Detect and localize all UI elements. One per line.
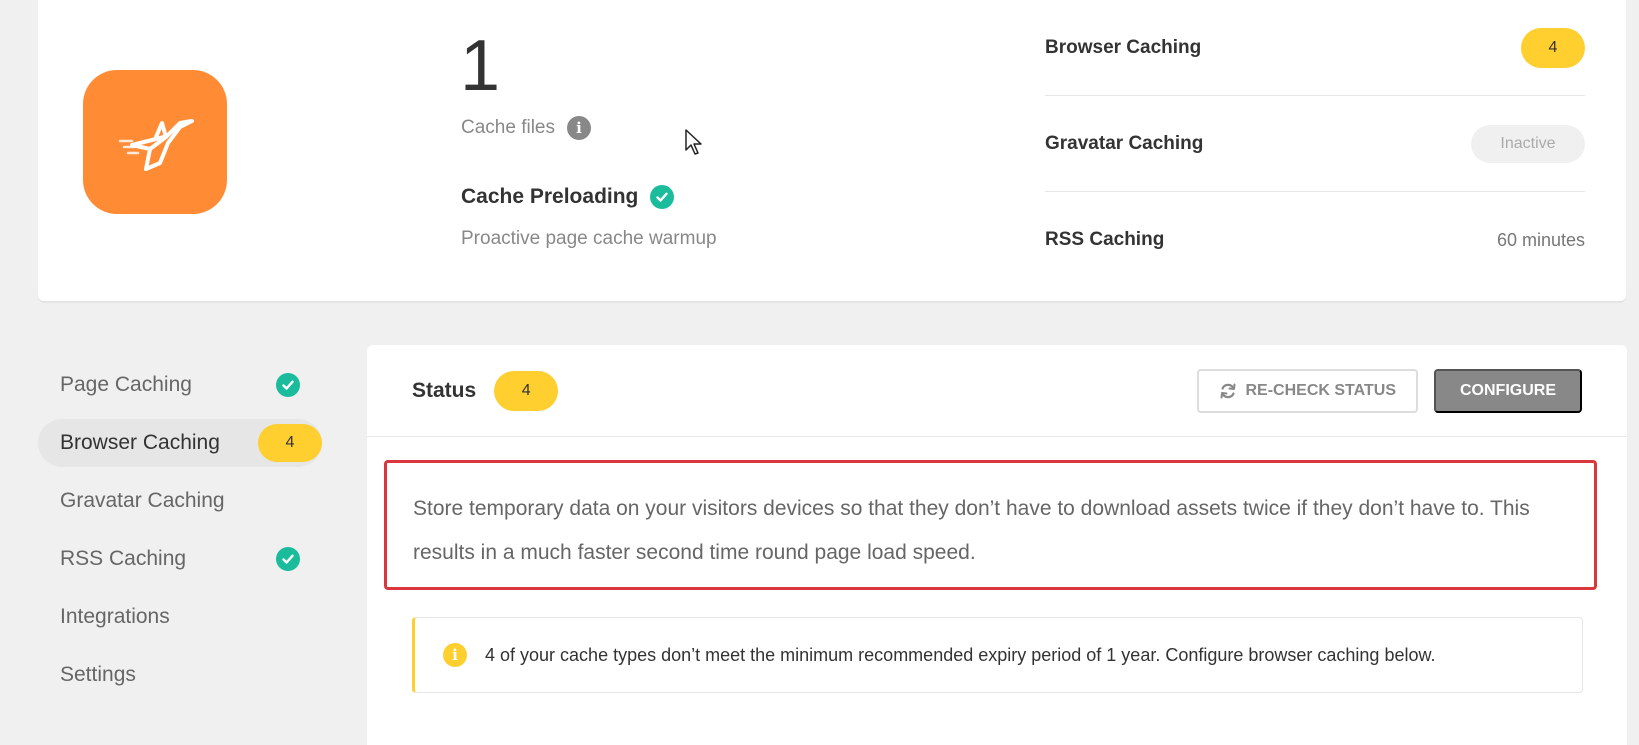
inactive-badge: Inactive: [1471, 124, 1585, 163]
stat-label: Browser Caching: [1045, 36, 1202, 58]
info-icon: i: [443, 643, 467, 667]
stat-label: RSS Caching: [1045, 229, 1165, 250]
sidebar-item-label: Page Caching: [60, 373, 192, 396]
sidebar-item-label: Integrations: [60, 605, 170, 628]
sidebar-item-label: Settings: [60, 663, 136, 686]
sidebar-item-gravatar-caching[interactable]: Gravatar Caching: [38, 477, 322, 525]
sidebar-item-settings[interactable]: Settings: [38, 651, 322, 699]
configure-button[interactable]: CONFIGURE: [1434, 368, 1582, 413]
stat-rss-caching: RSS Caching 60 minutes: [1045, 192, 1585, 288]
cache-files-label: Cache files: [461, 117, 555, 138]
cache-files-count: 1: [460, 26, 501, 106]
sidebar-item-label: Browser Caching: [60, 431, 220, 454]
cache-preloading-title-row: Cache Preloading: [461, 185, 675, 209]
description-text: Store temporary data on your visitors de…: [384, 460, 1597, 590]
stat-label: Gravatar Caching: [1045, 132, 1204, 154]
hummingbird-logo: [83, 70, 227, 214]
sidebar-nav: Page Caching Browser Caching 4 Gravatar …: [38, 361, 322, 709]
hummingbird-icon: [118, 119, 194, 171]
sidebar-item-browser-caching[interactable]: Browser Caching 4: [38, 419, 322, 467]
cache-files-label-row: Cache files i: [461, 116, 591, 140]
mouse-cursor-icon: [685, 129, 705, 162]
check-icon: [650, 185, 675, 209]
stat-gravatar-caching: Gravatar Caching Inactive: [1045, 96, 1585, 192]
cache-preloading-title: Cache Preloading: [461, 185, 639, 208]
sidebar-item-label: RSS Caching: [60, 547, 187, 570]
info-icon[interactable]: i: [567, 116, 591, 140]
caching-stats-list: Browser Caching 4 Gravatar Caching Inact…: [1045, 0, 1585, 288]
stat-browser-caching: Browser Caching 4: [1045, 0, 1585, 96]
status-count-badge: 4: [494, 370, 559, 411]
warning-notice-text: 4 of your cache types don’t meet the min…: [485, 644, 1436, 665]
warning-count-badge: 4: [258, 424, 322, 462]
sidebar-item-integrations[interactable]: Integrations: [38, 593, 322, 641]
warning-count-badge: 4: [1521, 27, 1585, 68]
refresh-icon: [1220, 383, 1236, 398]
panel-header: Status 4 RE-CHECK STATUS CONFIGURE: [367, 345, 1627, 437]
header-actions: RE-CHECK STATUS CONFIGURE: [1197, 368, 1582, 413]
check-icon: [276, 547, 300, 571]
browser-caching-panel: Status 4 RE-CHECK STATUS CONFIGURE Store…: [367, 345, 1627, 745]
recheck-status-label: RE-CHECK STATUS: [1245, 381, 1396, 399]
warning-notice: i 4 of your cache types don’t meet the m…: [412, 617, 1583, 693]
sidebar-item-rss-caching[interactable]: RSS Caching: [38, 535, 322, 583]
cache-preloading-description: Proactive page cache warmup: [461, 228, 717, 249]
sidebar-item-label: Gravatar Caching: [60, 489, 225, 512]
stat-value: 60 minutes: [1496, 229, 1585, 250]
check-icon: [276, 373, 300, 397]
summary-card: 1 Cache files i Cache Preloading Proacti…: [38, 0, 1626, 301]
recheck-status-button[interactable]: RE-CHECK STATUS: [1197, 368, 1418, 413]
panel-title: Status: [412, 378, 477, 402]
sidebar-item-page-caching[interactable]: Page Caching: [38, 361, 322, 409]
